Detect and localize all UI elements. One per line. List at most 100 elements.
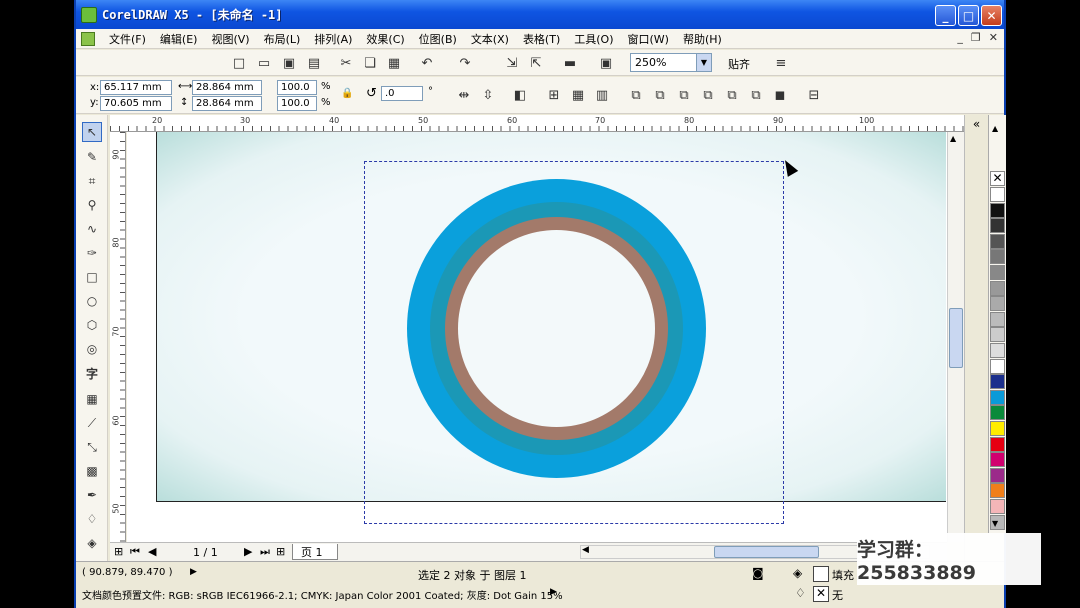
- menu-tools[interactable]: 工具(O): [574, 31, 613, 47]
- drawing-canvas[interactable]: [127, 132, 964, 542]
- options-icon[interactable]: ≡: [773, 55, 789, 71]
- y-position-field[interactable]: 70.605 mm: [100, 96, 172, 111]
- crop-tool-icon[interactable]: ⌗: [82, 171, 102, 191]
- smart-fill-tool-icon[interactable]: ✑: [82, 243, 102, 263]
- table-tool-icon[interactable]: ▦: [82, 389, 102, 409]
- pick-tool-icon[interactable]: ↖: [82, 122, 102, 142]
- palette-swatch[interactable]: [990, 296, 1005, 312]
- last-page-icon[interactable]: ⏭: [260, 545, 270, 559]
- copy-icon[interactable]: ❏: [362, 55, 378, 71]
- redo-icon[interactable]: ↷: [457, 55, 473, 71]
- outline-swatch[interactable]: ✕: [813, 586, 829, 602]
- menu-help[interactable]: 帮助(H): [683, 31, 722, 47]
- palette-swatch[interactable]: [990, 374, 1005, 390]
- zoom-level-combo[interactable]: 250% ▼: [630, 53, 712, 72]
- palette-swatch[interactable]: [990, 202, 1005, 218]
- import-icon[interactable]: ⇲: [504, 55, 520, 71]
- scroll-up-icon[interactable]: ▲: [950, 134, 956, 143]
- palette-swatch[interactable]: [990, 280, 1005, 296]
- menu-view[interactable]: 视图(V): [211, 31, 249, 47]
- undo-icon[interactable]: ↶: [419, 55, 435, 71]
- height-field[interactable]: 28.864 mm: [192, 96, 262, 111]
- page-tab[interactable]: 页 1: [292, 544, 338, 560]
- welcome-screen-icon[interactable]: ▣: [598, 55, 614, 71]
- save-icon[interactable]: ▣: [281, 55, 297, 71]
- horizontal-scroll-thumb[interactable]: [714, 546, 819, 558]
- menu-text[interactable]: 文本(X): [471, 31, 509, 47]
- document-icon[interactable]: [81, 31, 95, 46]
- polygon-tool-icon[interactable]: ⬡: [82, 315, 102, 335]
- palette-swatch[interactable]: [990, 187, 1005, 202]
- outline-tool-icon[interactable]: ♢: [82, 509, 102, 529]
- connector-tool-icon[interactable]: ⤡: [82, 437, 102, 457]
- blend-tool-icon[interactable]: ▩: [82, 461, 102, 481]
- scale-width-field[interactable]: 100.0: [277, 80, 317, 95]
- intersect-icon[interactable]: ⧉: [676, 87, 692, 103]
- print-icon[interactable]: ▤: [306, 55, 322, 71]
- vertical-scroll-thumb[interactable]: [949, 308, 963, 368]
- no-color-swatch[interactable]: ✕: [990, 171, 1005, 186]
- export-icon[interactable]: ⇱: [528, 55, 544, 71]
- color-profile-info[interactable]: 文档颜色预置文件: RGB: sRGB IEC61966-2.1; CMYK: …: [82, 587, 563, 602]
- palette-swatch[interactable]: [990, 265, 1005, 280]
- freehand-tool-icon[interactable]: ∿: [82, 219, 102, 239]
- open-icon[interactable]: ▭: [256, 55, 272, 71]
- ellipse-tool-icon[interactable]: ○: [82, 291, 102, 311]
- application-launcher-icon[interactable]: ▬: [562, 55, 578, 71]
- simplify-icon[interactable]: ⧉: [700, 87, 716, 103]
- palette-swatch[interactable]: [990, 499, 1005, 514]
- palette-swatch[interactable]: [990, 436, 1005, 452]
- palette-swatch[interactable]: [990, 358, 1005, 374]
- page-add-icon[interactable]: ⊞: [114, 545, 123, 558]
- scale-height-field[interactable]: 100.0: [277, 96, 317, 111]
- palette-swatch[interactable]: [990, 218, 1005, 234]
- palette-swatch[interactable]: [990, 343, 1005, 358]
- next-page-icon[interactable]: ▶: [244, 545, 252, 558]
- status-expand-icon[interactable]: ▶: [190, 567, 197, 577]
- menu-layout[interactable]: 布局(L): [264, 31, 301, 47]
- page-add-after-icon[interactable]: ⊞: [276, 545, 285, 558]
- palette-swatch[interactable]: [990, 421, 1005, 436]
- chevron-down-icon[interactable]: ▼: [696, 54, 711, 71]
- menu-bitmaps[interactable]: 位图(B): [419, 31, 457, 47]
- doc-restore-icon[interactable]: ❐: [971, 31, 981, 44]
- width-field[interactable]: 28.864 mm: [192, 80, 262, 95]
- front-minus-back-icon[interactable]: ⧉: [724, 87, 740, 103]
- weld-icon[interactable]: ⧉: [628, 87, 644, 103]
- dimension-tool-icon[interactable]: ⟋: [82, 413, 102, 433]
- menu-window[interactable]: 窗口(W): [628, 31, 669, 47]
- scroll-left-icon[interactable]: ◀: [582, 545, 589, 555]
- palette-swatch[interactable]: [990, 405, 1005, 421]
- palette-swatch[interactable]: [990, 233, 1005, 249]
- minimize-button[interactable]: _: [935, 5, 956, 26]
- create-boundary-icon[interactable]: ◼: [772, 87, 788, 103]
- lock-ratio-icon[interactable]: 🔒: [341, 88, 353, 99]
- mirror-vertical-icon[interactable]: ⇳: [480, 87, 496, 103]
- palette-swatch[interactable]: [990, 327, 1005, 343]
- first-page-icon[interactable]: ⏮: [130, 545, 140, 559]
- back-minus-front-icon[interactable]: ⧉: [748, 87, 764, 103]
- menu-edit[interactable]: 编辑(E): [160, 31, 198, 47]
- palette-scroll-down-icon[interactable]: ▼: [992, 519, 998, 528]
- break-apart-icon[interactable]: ▥: [594, 87, 610, 103]
- x-position-field[interactable]: 65.117 mm: [100, 80, 172, 95]
- menu-arrange[interactable]: 排列(A): [314, 31, 352, 47]
- coreldraw-app-icon[interactable]: [81, 6, 97, 23]
- maximize-button[interactable]: □: [958, 5, 979, 26]
- fill-swatch[interactable]: [813, 566, 829, 582]
- selection-bounding-box[interactable]: [364, 161, 784, 524]
- menu-effects[interactable]: 效果(C): [366, 31, 404, 47]
- horizontal-ruler[interactable]: 20 30 40 50 60 70 80 90 100: [110, 115, 964, 132]
- fill-tool-icon[interactable]: ◈: [82, 533, 102, 553]
- combine-icon[interactable]: ▦: [570, 87, 586, 103]
- shape-tool-icon[interactable]: ✎: [82, 147, 102, 167]
- expand-docker-icon[interactable]: «: [965, 117, 988, 131]
- paste-icon[interactable]: ▦: [386, 55, 402, 71]
- doc-minimize-icon[interactable]: _: [957, 31, 963, 44]
- new-document-icon[interactable]: □: [231, 55, 247, 71]
- vertical-ruler[interactable]: 90 80 70 60 50: [110, 132, 126, 542]
- title-bar[interactable]: CorelDRAW X5 - [未命名 -1] _ □ ✕: [76, 0, 1004, 29]
- snap-to-button[interactable]: 贴齐: [728, 56, 750, 72]
- palette-swatch[interactable]: [990, 311, 1005, 327]
- palette-scroll-up-icon[interactable]: ▲: [992, 124, 998, 133]
